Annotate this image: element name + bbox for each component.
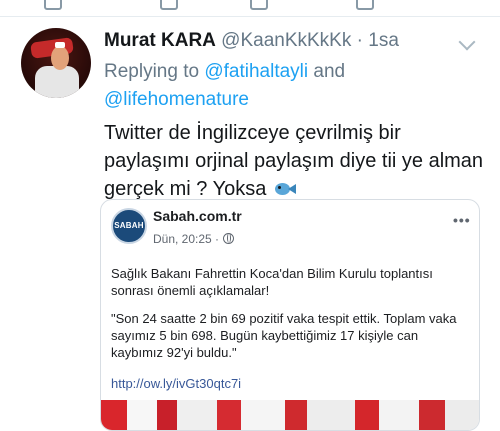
post-timestamp: Dün, 20:25 · [153, 232, 235, 246]
post-paragraph: "Son 24 saatte 2 bin 69 pozitif vaka tes… [111, 311, 457, 360]
share-icon[interactable] [356, 0, 374, 10]
divider [0, 16, 500, 17]
post-image-preview[interactable] [101, 400, 479, 430]
tweet-time[interactable]: 1sa [368, 30, 399, 51]
reply-icon[interactable] [44, 0, 62, 10]
retweet-icon[interactable] [160, 0, 178, 10]
page-name[interactable]: Sabah.com.tr [153, 208, 242, 224]
post-paragraph: Sağlık Bakanı Fahrettin Koca'dan Bilim K… [111, 266, 433, 298]
sabah-logo[interactable]: SABAH [111, 208, 147, 244]
tweet-text: Twitter de İngilizceye çevrilmiş bir pay… [104, 119, 484, 203]
reply-and: and [308, 61, 346, 82]
timestamp-text[interactable]: Dün, 20:25 · [153, 232, 219, 246]
author-name[interactable]: Murat KARA [104, 30, 216, 51]
post-text: Sağlık Bakanı Fahrettin Koca'dan Bilim K… [111, 265, 471, 372]
fish-icon [274, 182, 297, 196]
replying-to: Replying to @fatihaltayli and @lifehomen… [104, 58, 474, 114]
time-separator: · [351, 30, 369, 51]
reply-user-link[interactable]: @lifehomenature [104, 89, 249, 110]
reply-user-link[interactable]: @fatihaltayli [204, 61, 308, 82]
author-handle[interactable]: @KaanKkKkKk [221, 30, 351, 51]
top-action-strip [0, 0, 500, 16]
post-link[interactable]: http://ow.ly/ivGt30qtc7i [111, 376, 241, 391]
globe-icon [223, 233, 235, 244]
like-icon[interactable] [250, 0, 268, 10]
avatar[interactable] [21, 28, 91, 98]
embedded-post-card[interactable]: SABAH Sabah.com.tr Dün, 20:25 · ••• Sağl… [100, 199, 480, 431]
replying-prefix: Replying to [104, 61, 205, 82]
chevron-down-icon[interactable] [458, 33, 476, 51]
tweet-header: Murat KARA @KaanKkKkKk · 1sa [104, 29, 399, 53]
more-options-icon[interactable]: ••• [453, 212, 471, 228]
